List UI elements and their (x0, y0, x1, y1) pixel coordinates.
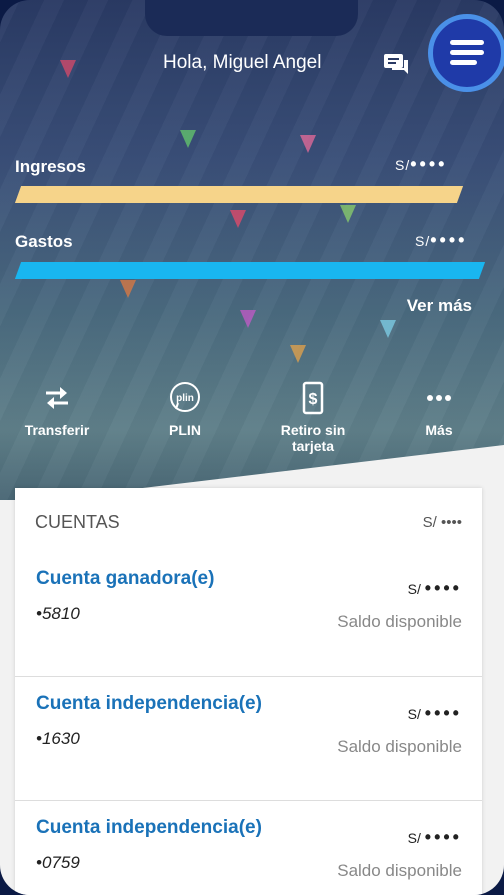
currency-symbol: S/ (395, 157, 411, 173)
action-plin[interactable]: plin PLIN (140, 380, 230, 438)
action-label: Más (425, 422, 453, 438)
transfer-icon (12, 380, 102, 416)
account-item[interactable]: Cuenta ganadora(e) •5810 S/ •••• Saldo d… (15, 552, 482, 676)
balance-note: Saldo disponible (337, 861, 462, 880)
ingresos-bar (14, 186, 464, 203)
ver-mas-link[interactable]: Ver más (407, 296, 472, 316)
gastos-bar (14, 262, 486, 279)
action-mas[interactable]: Más (394, 380, 484, 438)
gastos-label: Gastos (15, 232, 73, 251)
amount-mask: •••• (424, 578, 462, 598)
plin-icon: plin (140, 380, 230, 416)
currency-symbol: S/ (407, 706, 421, 722)
account-number: •5810 (36, 604, 80, 623)
action-retiro-sin-tarjeta[interactable]: $ Retiro sin tarjeta (268, 380, 358, 454)
amount-mask: •••• (424, 703, 462, 723)
hamburger-icon (450, 40, 484, 65)
amount-mask: •••• (430, 230, 468, 250)
background-photo (0, 0, 504, 520)
ingresos-label: Ingresos (15, 157, 86, 176)
accounts-card: CUENTAS S/ •••• Cuenta ganadora(e) •5810… (15, 488, 482, 895)
balance-note: Saldo disponible (337, 612, 462, 631)
action-label: Transferir (24, 422, 90, 438)
ingresos-amount: S/•••• (395, 154, 447, 175)
accounts-total: S/ •••• (422, 514, 462, 531)
amount-mask: •••• (424, 827, 462, 847)
gastos-amount: S/•••• (415, 230, 467, 251)
account-number: •0759 (36, 853, 80, 872)
action-transferir[interactable]: Transferir (12, 380, 102, 438)
accounts-title: CUENTAS (35, 512, 120, 532)
currency-symbol: S/ (415, 233, 431, 249)
cash-withdrawal-icon: $ (268, 380, 358, 416)
account-number: •1630 (36, 729, 80, 748)
action-label: Retiro sin tarjeta (280, 422, 346, 454)
account-balance: S/ •••• (408, 578, 462, 599)
account-item[interactable]: Cuenta independencia(e) •1630 S/ •••• Sa… (15, 676, 482, 801)
action-label: PLIN (169, 422, 201, 438)
amount-mask: •••• (410, 154, 448, 174)
menu-button[interactable] (428, 14, 504, 92)
account-item[interactable]: Cuenta independencia(e) •0759 S/ •••• Sa… (15, 800, 482, 895)
more-icon (394, 380, 484, 416)
device-notch (145, 0, 358, 36)
greeting-text: Hola, Miguel Angel (163, 52, 322, 73)
svg-text:plin: plin (176, 393, 194, 404)
svg-text:$: $ (309, 391, 318, 408)
account-name: Cuenta independencia(e) (36, 693, 262, 714)
currency-symbol: S/ (407, 581, 421, 597)
app-screen: Hola, Miguel Angel Ingresos S/•••• Gasto… (0, 0, 504, 895)
account-balance: S/ •••• (408, 827, 462, 848)
currency-symbol: S/ (407, 830, 421, 846)
account-name: Cuenta independencia(e) (36, 817, 262, 838)
chat-icon[interactable] (382, 52, 410, 78)
balance-note: Saldo disponible (337, 737, 462, 756)
account-name: Cuenta ganadora(e) (36, 568, 215, 589)
account-balance: S/ •••• (408, 703, 462, 724)
